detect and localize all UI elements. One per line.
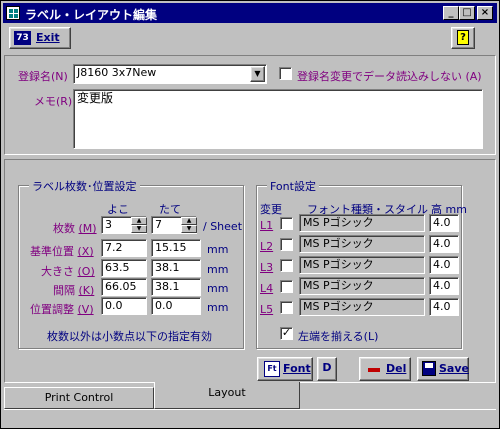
size-y-field[interactable]: 38.1 [151,259,201,277]
close-button[interactable]: × [477,6,493,20]
registration-value: J8160 3x7New [77,66,157,79]
font-change-checkbox[interactable] [280,238,293,251]
base-y-field[interactable]: 15.15 [151,239,201,257]
memo-value: 変更版 [77,91,114,105]
gap-y-field[interactable]: 38.1 [151,278,201,296]
delete-button-label: Del [386,362,407,375]
adjust-unit: mm [207,301,229,314]
count-x-spinner[interactable]: ▲ ▼ [131,217,147,235]
font-change-checkbox[interactable] [280,217,293,230]
d-button[interactable]: D [317,357,337,381]
count-label: 枚数 (M) [53,222,97,235]
registration-select[interactable]: J8160 3x7New ▼ [73,64,267,84]
col-tate: たて [159,203,181,216]
tab-layout-label: Layout [208,386,246,399]
font-button-label: Font [283,362,311,375]
sheet-group-title: ラベル枚数･位置設定 [29,178,140,194]
font-change-checkbox[interactable] [280,259,293,272]
align-left-checkbox[interactable]: ✓ [280,327,293,340]
font-height-field[interactable]: 4.0 [429,214,459,232]
font-height-field[interactable]: 4.0 [429,256,459,274]
font-name-field[interactable]: MS Pゴシック [299,235,425,253]
gap-unit: mm [207,282,229,295]
save-button[interactable]: Save [417,357,469,381]
no-reload-label: 登録名変更でデータ読込みしない (A) [297,70,482,83]
tab-print-control[interactable]: Print Control [4,387,154,409]
font-row-label: L5 [260,303,274,316]
minus-icon [368,368,380,372]
title-bar[interactable]: ラベル・レイアウト編集 _ □ × [3,3,497,23]
font-name-field[interactable]: MS Pゴシック [299,277,425,295]
adjust-x-field[interactable]: 0.0 [101,297,147,315]
no-reload-checkbox[interactable] [279,67,292,80]
chevron-down-icon[interactable]: ▼ [250,66,265,82]
font-row-label: L3 [260,261,274,274]
gap-label: 間隔 (K) [53,284,95,297]
save-button-label: Save [439,362,469,375]
font-name-field[interactable]: MS Pゴシック [299,214,425,232]
tab-layout[interactable]: Layout [154,382,300,409]
minimize-button[interactable]: _ [443,6,459,20]
font-change-checkbox[interactable] [280,301,293,314]
help-button[interactable]: ? [451,27,475,49]
font-row-label: L1 [260,219,274,232]
registration-label: 登録名(N) [18,70,68,83]
base-label: 基準位置 (X) [30,245,94,258]
base-unit: mm [207,243,229,256]
font-icon: Ft [264,361,280,377]
size-label: 大きさ (O) [41,265,95,278]
count-unit: / Sheet [203,220,243,233]
floppy-disk-icon [422,361,436,376]
font-row-label: L2 [260,240,274,253]
col-change: 変更 [260,203,282,216]
font-change-checkbox[interactable] [280,280,293,293]
font-button[interactable]: Ft Font [257,357,313,381]
adjust-y-field[interactable]: 0.0 [151,297,201,315]
font-name-field[interactable]: MS Pゴシック [299,298,425,316]
exit-label: Exit [36,31,60,44]
font-group-title: Font設定 [267,178,319,194]
help-icon: ? [457,30,469,45]
align-left-label: 左端を揃える(L) [298,330,379,343]
exit-icon: 73 [14,31,31,45]
size-x-field[interactable]: 63.5 [101,259,147,277]
font-height-field[interactable]: 4.0 [429,235,459,253]
maximize-button[interactable]: □ [459,6,475,20]
count-y-spinner[interactable]: ▲ ▼ [181,217,197,235]
decimal-note: 枚数以外は小数点以下の指定有効 [47,330,212,343]
app-icon [6,6,20,20]
adjust-label: 位置調整 (V) [30,303,94,316]
font-height-field[interactable]: 4.0 [429,298,459,316]
base-x-field[interactable]: 7.2 [101,239,147,257]
font-height-field[interactable]: 4.0 [429,277,459,295]
tab-print-control-label: Print Control [44,391,114,404]
layout-editor-window: ラベル・レイアウト編集 _ □ × 73 Exit ? 登録名(N) J8160… [0,0,500,429]
tab-bar-line [4,409,496,410]
exit-button[interactable]: 73 Exit [9,27,71,49]
memo-textarea[interactable]: 変更版 [73,89,483,149]
memo-label: メモ(R) [34,95,73,108]
font-row-label: L4 [260,282,274,295]
d-button-label: D [322,361,332,374]
window-title: ラベル・レイアウト編集 [25,8,158,22]
delete-button[interactable]: Del [359,357,411,381]
gap-x-field[interactable]: 66.05 [101,278,147,296]
size-unit: mm [207,263,229,276]
col-yoko: よこ [107,203,129,216]
font-name-field[interactable]: MS Pゴシック [299,256,425,274]
